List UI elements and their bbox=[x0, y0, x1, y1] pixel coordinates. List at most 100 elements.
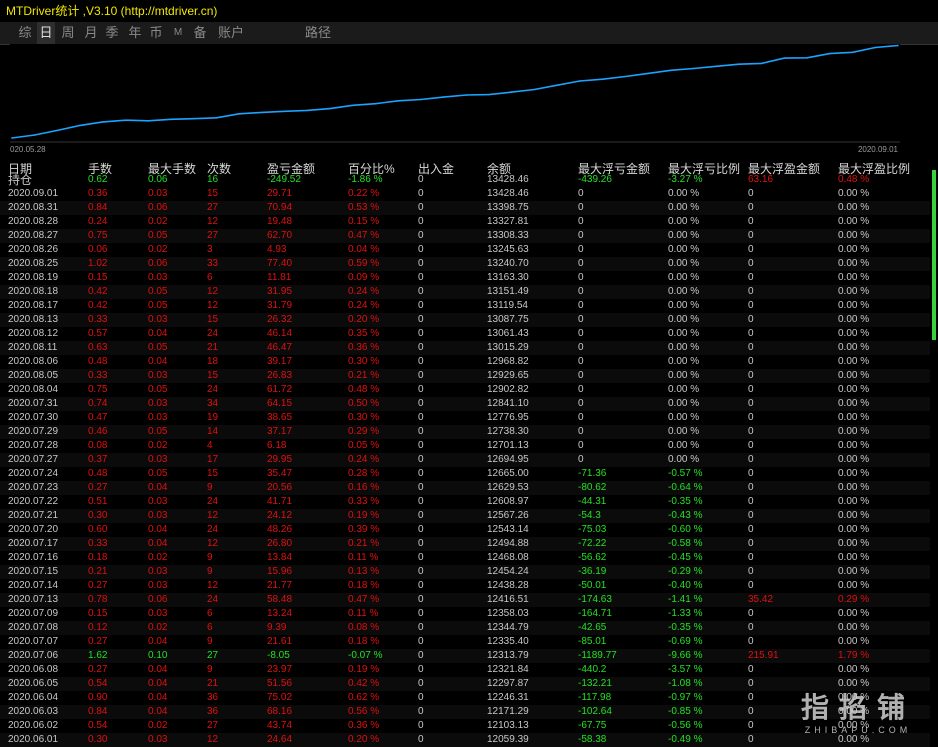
table-row[interactable]: 2020.07.16 0.18 0.02 9 13.84 0.11 % 0 12468.08 -… bbox=[0, 551, 930, 565]
table-row[interactable]: 2020.07.20 0.60 0.04 24 48.26 0.39 % 0 12543.14… bbox=[0, 523, 930, 537]
table-cell: 0 bbox=[578, 342, 584, 353]
table-cell: 31.95 bbox=[267, 286, 293, 297]
table-row[interactable]: 2020.08.05 0.33 0.03 15 26.83 0.21 % 0 12929.65… bbox=[0, 369, 930, 383]
table-cell: 0 bbox=[748, 678, 754, 689]
table-row[interactable]: 2020.08.28 0.24 0.02 12 19.48 0.15 % 0 13327.81… bbox=[0, 215, 930, 229]
table-cell: 0.00 % bbox=[668, 328, 700, 339]
table-cell: 0.00 % bbox=[838, 258, 870, 269]
table-cell: 0.11 % bbox=[348, 608, 379, 619]
table-row[interactable]: 2020.07.09 0.15 0.03 6 13.24 0.11 % 0 12358.03 -… bbox=[0, 607, 930, 621]
table-cell: 0.00 % bbox=[838, 286, 870, 297]
table-cell: 75.02 bbox=[267, 692, 293, 703]
table-cell: 0 bbox=[418, 678, 424, 689]
table-cell: 0.03 bbox=[148, 510, 168, 521]
tab-m[interactable]: M bbox=[171, 22, 185, 44]
table-cell: -0.49 % bbox=[668, 734, 703, 745]
table-cell: 0.00 % bbox=[838, 188, 870, 199]
tab-summary[interactable]: 综 bbox=[16, 22, 34, 44]
table-row[interactable]: 2020.09.01 0.36 0.03 15 29.71 0.22 % 0 13428.46… bbox=[0, 187, 930, 201]
daily-stats-table: 持仓 0.62 0.06 16 -249.52 -1.86 % 0 13428.46 -439.… bbox=[0, 173, 930, 747]
table-cell: 0 bbox=[748, 524, 754, 535]
table-cell: 0.00 % bbox=[838, 454, 870, 465]
table-cell: 6 bbox=[207, 608, 213, 619]
table-row[interactable]: 2020.07.14 0.27 0.03 12 21.77 0.18 % 0 12438.28… bbox=[0, 579, 930, 593]
table-cell: 21 bbox=[207, 678, 219, 689]
window-title: MTDriver统计 ,V3.10 (http://mtdriver.cn) bbox=[6, 4, 218, 18]
table-cell: 12 bbox=[207, 580, 219, 591]
table-row[interactable]: 2020.06.08 0.27 0.04 9 23.97 0.19 % 0 12321.84 -… bbox=[0, 663, 930, 677]
table-cell: 2020.06.02 bbox=[8, 720, 59, 731]
table-row[interactable]: 2020.08.26 0.06 0.02 3 4.93 0.04 % 0 13245.63 0 0… bbox=[0, 243, 930, 257]
equity-point bbox=[851, 51, 854, 54]
table-cell: 35.47 bbox=[267, 468, 293, 479]
tab-quarter[interactable]: 季 bbox=[103, 22, 121, 44]
tab-account[interactable]: 账户 bbox=[216, 22, 246, 44]
table-cell: 24.12 bbox=[267, 510, 293, 521]
table-row[interactable]: 2020.07.17 0.33 0.04 12 26.80 0.21 % 0 12494.88… bbox=[0, 537, 930, 551]
table-row[interactable]: 2020.08.11 0.63 0.05 21 46.47 0.36 % 0 13015.29… bbox=[0, 341, 930, 355]
tab-month[interactable]: 月 bbox=[82, 22, 100, 44]
table-cell: 0.27 bbox=[88, 664, 108, 675]
table-cell: 0 bbox=[748, 664, 754, 675]
table-row[interactable]: 2020.07.24 0.48 0.05 15 35.47 0.28 % 0 12665.00… bbox=[0, 467, 930, 481]
table-cell: 0 bbox=[748, 230, 754, 241]
table-row[interactable]: 2020.06.05 0.54 0.04 21 51.56 0.42 % 0 12297.87… bbox=[0, 677, 930, 691]
tab-currency[interactable]: 币 bbox=[147, 22, 165, 44]
table-cell: 12 bbox=[207, 510, 219, 521]
table-cell: 0 bbox=[748, 328, 754, 339]
tab-path[interactable]: 路径 bbox=[303, 22, 333, 44]
table-cell: -0.29 % bbox=[668, 566, 703, 577]
table-row[interactable]: 2020.08.17 0.42 0.05 12 31.79 0.24 % 0 13119.54… bbox=[0, 299, 930, 313]
table-cell: 4 bbox=[207, 440, 213, 451]
table-header: 日期 手数 最大手数 次数 盈亏金额 百分比% 出入金 余额 最大浮亏金额 最大浮亏比例 最大浮盈金… bbox=[0, 160, 930, 176]
table-cell: 12 bbox=[207, 216, 219, 227]
table-row[interactable]: 2020.07.29 0.46 0.05 14 37.17 0.29 % 0 12738.30… bbox=[0, 425, 930, 439]
table-row[interactable]: 2020.07.30 0.47 0.03 19 38.65 0.30 % 0 12776.95… bbox=[0, 411, 930, 425]
table-row[interactable]: 2020.08.27 0.75 0.05 27 62.70 0.47 % 0 13308.33… bbox=[0, 229, 930, 243]
table-cell: 0.21 bbox=[88, 566, 108, 577]
table-row[interactable]: 2020.07.31 0.74 0.03 34 64.15 0.50 % 0 12841.10… bbox=[0, 397, 930, 411]
table-cell: 0.63 bbox=[88, 342, 108, 353]
table-row[interactable]: 2020.07.08 0.12 0.02 6 9.39 0.08 % 0 12344.79 -4… bbox=[0, 621, 930, 635]
tab-week[interactable]: 周 bbox=[59, 22, 77, 44]
table-row[interactable]: 2020.08.18 0.42 0.05 12 31.95 0.24 % 0 13151.49… bbox=[0, 285, 930, 299]
table-row[interactable]: 2020.07.23 0.27 0.04 9 20.56 0.16 % 0 12629.53 -… bbox=[0, 481, 930, 495]
table-row[interactable]: 2020.08.31 0.84 0.06 27 70.94 0.53 % 0 13398.75… bbox=[0, 201, 930, 215]
summary-row[interactable]: 持仓 0.62 0.06 16 -249.52 -1.86 % 0 13428.46 -439.… bbox=[0, 173, 930, 187]
table-row[interactable]: 2020.08.06 0.48 0.04 18 39.17 0.30 % 0 12968.82… bbox=[0, 355, 930, 369]
equity-point bbox=[170, 118, 172, 121]
tab-year[interactable]: 年 bbox=[126, 22, 144, 44]
table-cell: 26.80 bbox=[267, 538, 293, 549]
table-row[interactable]: 2020.07.22 0.51 0.03 24 41.71 0.33 % 0 12608.97… bbox=[0, 495, 930, 509]
equity-point bbox=[102, 121, 104, 123]
table-row[interactable]: 2020.08.25 1.02 0.06 33 77.40 0.59 % 0 13240.70… bbox=[0, 257, 930, 271]
table-row[interactable]: 2020.08.19 0.15 0.03 6 11.81 0.09 % 0 13163.30 0… bbox=[0, 271, 930, 285]
table-cell: 38.65 bbox=[267, 412, 293, 423]
table-cell: 19 bbox=[207, 412, 219, 423]
table-cell: 2020.07.30 bbox=[8, 412, 59, 423]
table-cell: 0.00 % bbox=[838, 636, 870, 647]
table-row[interactable]: 2020.07.21 0.30 0.03 12 24.12 0.19 % 0 12567.26… bbox=[0, 509, 930, 523]
table-cell: 0.56 % bbox=[348, 706, 380, 717]
table-cell: 68.16 bbox=[267, 706, 293, 717]
table-cell: 13015.29 bbox=[487, 342, 529, 353]
table-row[interactable]: 2020.07.28 0.08 0.02 4 6.18 0.05 % 0 12701.13 0 0… bbox=[0, 439, 930, 453]
table-row[interactable]: 2020.07.27 0.37 0.03 17 29.95 0.24 % 0 12694.95… bbox=[0, 453, 930, 467]
table-cell: 12297.87 bbox=[487, 678, 529, 689]
table-cell: 0.04 bbox=[148, 664, 168, 675]
table-cell: 0 bbox=[418, 188, 424, 199]
table-row[interactable]: 2020.07.13 0.78 0.06 24 58.48 0.47 % 0 12416.51… bbox=[0, 593, 930, 607]
table-row[interactable]: 2020.08.13 0.33 0.03 15 26.32 0.20 % 0 13087.75… bbox=[0, 313, 930, 327]
table-cell: 0.04 bbox=[148, 706, 168, 717]
tab-day[interactable]: 日 bbox=[37, 22, 55, 44]
table-row[interactable]: 2020.07.07 0.27 0.04 9 21.61 0.18 % 0 12335.40 -… bbox=[0, 635, 930, 649]
scrollbar-thumb[interactable] bbox=[932, 170, 936, 340]
table-row[interactable]: 2020.07.15 0.21 0.03 9 15.96 0.13 % 0 12454.24 -… bbox=[0, 565, 930, 579]
tab-notes[interactable]: 备 bbox=[191, 22, 209, 44]
equity-point bbox=[11, 137, 13, 139]
table-row[interactable]: 2020.08.12 0.57 0.04 24 46.14 0.35 % 0 13061.43… bbox=[0, 327, 930, 341]
table-row[interactable]: 2020.08.04 0.75 0.05 24 61.72 0.48 % 0 12902.82… bbox=[0, 383, 930, 397]
table-cell: 0.00 % bbox=[838, 524, 870, 535]
table-cell: 0 bbox=[748, 580, 754, 591]
table-row[interactable]: 2020.07.06 1.62 0.10 27 -8.05 -0.07 % 0 12313.7… bbox=[0, 649, 930, 663]
